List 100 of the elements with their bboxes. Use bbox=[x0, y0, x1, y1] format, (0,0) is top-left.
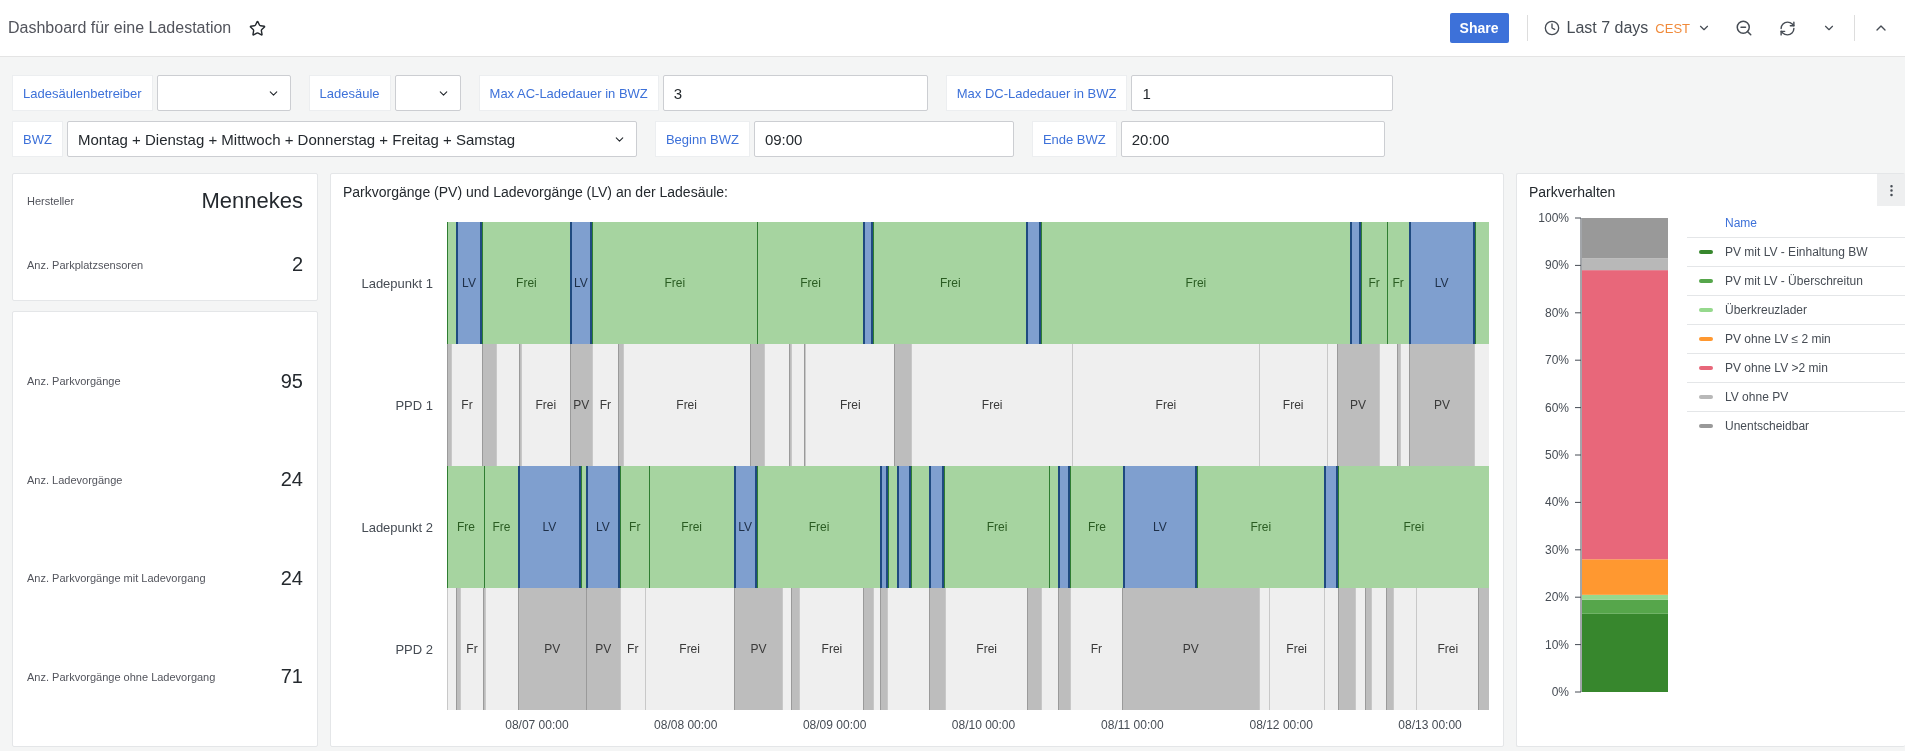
state-segment: Frei bbox=[591, 222, 757, 344]
time-range-label: Last 7 days bbox=[1566, 19, 1649, 37]
axis-tick-label: 08/10 00:00 bbox=[951, 718, 1016, 732]
state-segment: LV bbox=[456, 222, 482, 344]
state-segment: Frei bbox=[945, 588, 1028, 710]
state-segment: Frei bbox=[873, 222, 1027, 344]
row-label: PPD 1 bbox=[394, 397, 434, 413]
legend-label[interactable]: Unentscheidbar bbox=[1725, 419, 1810, 433]
variable-input[interactable]: 1 bbox=[1131, 75, 1394, 111]
variable-label: Ladesäule bbox=[308, 75, 391, 111]
state-segment: Frei bbox=[1337, 466, 1489, 588]
state-segment: PV bbox=[585, 588, 620, 710]
state-segment: LV bbox=[585, 466, 620, 588]
variable-label: Ladesäulenbetreiber bbox=[12, 75, 153, 111]
variable-label: Max AC-Ladedauer in BWZ bbox=[478, 75, 659, 111]
state-segment: LV bbox=[517, 466, 581, 588]
menu-icon[interactable] bbox=[1877, 174, 1905, 206]
state-segment: Frei bbox=[622, 344, 750, 466]
y-tick-label: 50% bbox=[1544, 448, 1569, 462]
stat-label: Hersteller bbox=[27, 195, 75, 207]
row-label: PPD 2 bbox=[394, 641, 434, 657]
state-segment: Frei bbox=[1072, 344, 1259, 466]
state-segment: Fre bbox=[1070, 466, 1123, 588]
clock-icon bbox=[1543, 20, 1560, 36]
state-segment: Fr bbox=[1386, 222, 1409, 344]
state-segment: LV bbox=[1408, 222, 1475, 344]
legend-label[interactable]: LV ohne PV bbox=[1725, 390, 1789, 404]
legend-label[interactable]: PV ohne LV >2 min bbox=[1725, 361, 1828, 375]
stat-value: 24 bbox=[280, 566, 303, 590]
share-button[interactable]: Share bbox=[1449, 13, 1509, 43]
state-segment: Fr bbox=[460, 588, 483, 710]
legend-label[interactable]: Überkreuzlader bbox=[1725, 303, 1808, 317]
state-segment: Frei bbox=[644, 588, 734, 710]
state-segment: Frei bbox=[1416, 588, 1479, 710]
y-tick-label: 10% bbox=[1544, 637, 1569, 652]
stat-label: Anz. Parkvorgänge ohne Ladevorgang bbox=[27, 670, 216, 683]
state-segment: Frei bbox=[805, 344, 895, 466]
axis-tick-label: 08/09 00:00 bbox=[802, 718, 867, 732]
timezone-label: CEST bbox=[1655, 20, 1690, 36]
state-segment: LV bbox=[1123, 466, 1197, 588]
stat-value: 71 bbox=[280, 665, 303, 689]
axis-tick-label: 08/13 00:00 bbox=[1398, 718, 1462, 732]
stat-value: 95 bbox=[280, 369, 303, 393]
stat-label: Anz. Parkvorgänge bbox=[27, 375, 121, 388]
axis-tick-label: 08/12 00:00 bbox=[1249, 718, 1313, 732]
stat-value: 2 bbox=[291, 253, 303, 276]
state-segment: Frei bbox=[1258, 344, 1327, 466]
state-segment: Frei bbox=[799, 588, 864, 710]
state-segment: Fr bbox=[619, 588, 645, 710]
axis-tick-label: 08/07 00:00 bbox=[505, 718, 569, 732]
y-tick-label: 70% bbox=[1544, 353, 1569, 368]
state-segment: LV bbox=[733, 466, 757, 588]
variable-label: Max DC-Ladedauer in BWZ bbox=[945, 75, 1128, 111]
y-tick-label: 40% bbox=[1544, 495, 1569, 510]
state-segment: Fr bbox=[1069, 588, 1122, 710]
state-segment: Frei bbox=[756, 466, 881, 588]
state-segment: Fr bbox=[619, 466, 649, 588]
variable-label: Ende BWZ bbox=[1031, 121, 1117, 157]
variable-label: BWZ bbox=[12, 121, 63, 157]
state-segment: Frei bbox=[756, 222, 864, 344]
state-segment: PV bbox=[517, 588, 586, 710]
y-tick-label: 60% bbox=[1544, 400, 1569, 415]
panel-title: Parkvorgänge (PV) und Ladevorgänge (LV) an der Ladesäule: bbox=[343, 184, 729, 200]
row-label: Ladepunkt 2 bbox=[360, 519, 434, 535]
variable-select[interactable]: Montag + Dienstag + Mittwoch + Donnerstag + Freitag + Samstag bbox=[66, 121, 637, 157]
variable-label: Beginn BWZ bbox=[654, 121, 750, 157]
state-segment: Frei bbox=[1268, 588, 1324, 710]
axis-tick-label: 08/11 00:00 bbox=[1101, 718, 1164, 732]
axis-tick-label: 08/08 00:00 bbox=[654, 718, 718, 732]
variable-input[interactable]: 09:00 bbox=[753, 121, 1014, 157]
variable-input[interactable]: 20:00 bbox=[1120, 121, 1385, 157]
panel-title: Parkverhalten bbox=[1529, 184, 1617, 200]
dashboard-title: Dashboard für eine Ladestation bbox=[8, 19, 232, 37]
variable-select[interactable] bbox=[156, 75, 291, 111]
legend-label[interactable]: PV ohne LV ≤ 2 min bbox=[1725, 332, 1831, 346]
state-segment: Frei bbox=[944, 466, 1050, 588]
state-segment: Frei bbox=[1041, 222, 1350, 344]
state-segment: PV bbox=[1121, 588, 1259, 710]
variable-input[interactable]: 3 bbox=[662, 75, 928, 111]
state-segment: PV bbox=[733, 588, 783, 710]
legend-label[interactable]: PV mit LV - Überschreitun bbox=[1725, 274, 1863, 288]
legend-label[interactable]: PV mit LV - Einhaltung BW bbox=[1725, 245, 1868, 259]
stat-value: Mennekes bbox=[201, 188, 303, 214]
state-segment: Frei bbox=[520, 344, 570, 466]
y-tick-label: 80% bbox=[1544, 305, 1569, 320]
y-tick-label: 100% bbox=[1538, 211, 1569, 225]
variable-select[interactable] bbox=[394, 75, 461, 111]
row-label: Ladepunkt 1 bbox=[360, 275, 434, 291]
y-tick-label: 90% bbox=[1544, 258, 1569, 273]
state-segment: Frei bbox=[911, 344, 1073, 466]
state-segment: Fr bbox=[1360, 222, 1387, 344]
state-segment: LV bbox=[569, 222, 592, 344]
time-range-picker[interactable]: Last 7 days CEST bbox=[1537, 15, 1717, 41]
stat-value: 24 bbox=[280, 468, 303, 492]
stat-label: Anz. Ladevorgänge bbox=[27, 473, 123, 486]
stat-label: Anz. Parkplatzsensoren bbox=[27, 258, 144, 271]
state-segment: Fre bbox=[447, 466, 484, 588]
state-segment: Frei bbox=[1196, 466, 1324, 588]
state-segment: Frei bbox=[648, 466, 734, 588]
legend-header[interactable]: Name bbox=[1687, 216, 1905, 237]
